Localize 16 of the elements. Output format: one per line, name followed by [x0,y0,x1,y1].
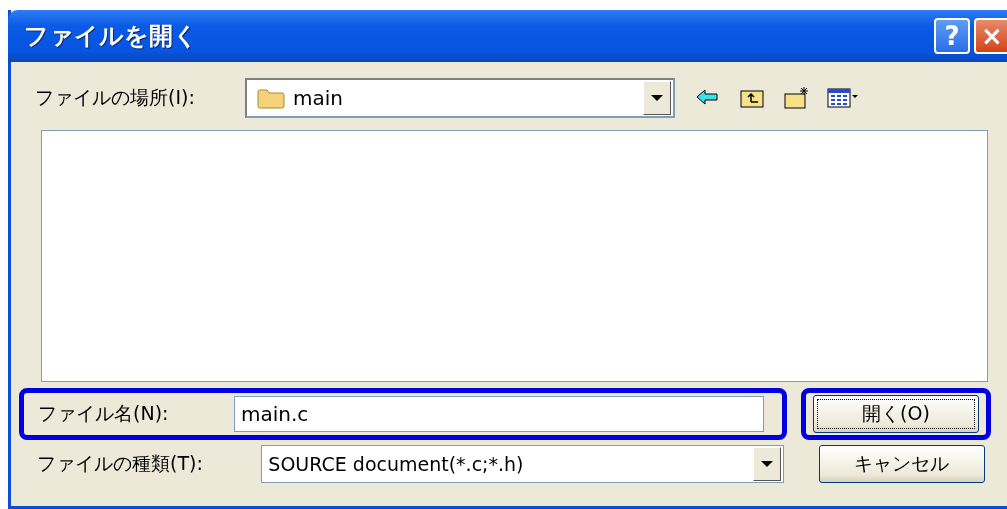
location-dropdown[interactable]: main [245,78,675,118]
view-menu-icon[interactable] [827,86,859,110]
file-type-value: SOURCE document(*.c;*.h) [268,453,525,475]
file-name-field[interactable]: main.c [234,396,764,432]
dropdown-button[interactable] [643,81,671,115]
open-button[interactable]: 開く(O) [813,395,979,433]
new-folder-icon[interactable] [783,86,809,110]
window-title: ファイルを開く [24,21,199,52]
folder-icon [257,87,285,109]
location-label: ファイルの場所(I): [35,85,196,110]
dropdown-button[interactable] [753,447,782,481]
file-type-dropdown[interactable]: SOURCE document(*.c;*.h) [261,445,785,483]
file-type-label: ファイルの種類(T): [37,451,204,476]
cancel-button[interactable]: キャンセル [818,445,985,483]
location-value: main [293,86,344,110]
file-name-label: ファイル名(N): [38,401,170,426]
